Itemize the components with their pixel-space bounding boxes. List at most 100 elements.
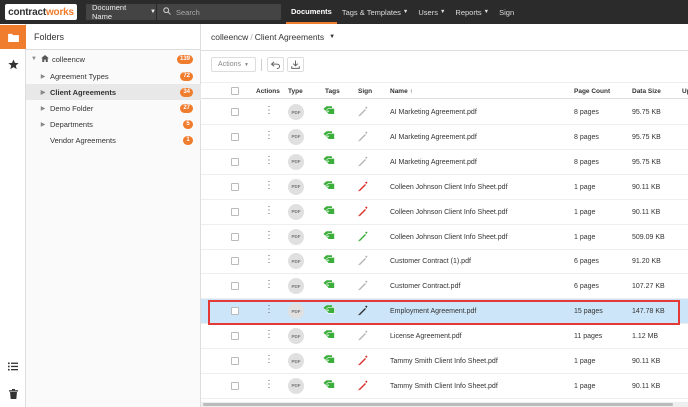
star-icon[interactable] <box>0 52 26 76</box>
kebab-menu-icon[interactable]: ⋮ <box>264 355 274 365</box>
tag-icon[interactable] <box>323 106 335 118</box>
table-row[interactable]: ⋮ PDF AI Marketing Agreement.pdf 8 pages 95.… <box>201 125 688 150</box>
chevron-down-icon[interactable]: ▼ <box>329 34 335 40</box>
row-checkbox[interactable] <box>231 108 239 116</box>
document-name-link[interactable]: AI Marketing Agreement.pdf <box>390 134 477 141</box>
kebab-menu-icon[interactable]: ⋮ <box>264 205 274 216</box>
nav-users[interactable]: Users ▼ <box>413 0 450 24</box>
pen-sign-icon[interactable] <box>357 305 368 318</box>
document-name-link[interactable]: Customer Contract (1).pdf <box>390 258 471 265</box>
pen-sign-icon[interactable] <box>357 255 368 268</box>
list-icon[interactable] <box>0 354 26 378</box>
pen-sign-icon[interactable] <box>357 231 368 244</box>
tag-icon[interactable] <box>323 180 335 193</box>
search-box[interactable] <box>157 4 281 20</box>
kebab-menu-icon[interactable]: ⋮ <box>264 255 274 265</box>
search-input[interactable] <box>176 7 276 17</box>
table-row[interactable]: ⋮ PDF License Agreement.pdf 11 pages 1.12 MB <box>201 324 688 350</box>
tag-icon[interactable] <box>323 230 335 243</box>
column-header-type[interactable]: Type <box>288 88 303 95</box>
document-name-link[interactable]: Tammy Smith Client Info Sheet.pdf <box>390 358 498 365</box>
row-checkbox[interactable] <box>231 357 239 365</box>
caret-right-icon[interactable]: ▶ <box>39 105 47 112</box>
column-header-more[interactable]: Up <box>682 88 688 95</box>
column-header-page-count[interactable]: Page Count <box>574 88 610 95</box>
column-header-data-size[interactable]: Data Size <box>632 88 661 95</box>
table-row[interactable]: ⋮ PDF Tammy Smith Client Info Sheet.pdf 1 p… <box>201 374 688 399</box>
folder-client-agreements[interactable]: ▶ Client Agreements 34 <box>26 84 201 100</box>
kebab-menu-icon[interactable]: ⋮ <box>264 280 274 290</box>
row-checkbox[interactable] <box>231 182 239 191</box>
actions-dropdown[interactable]: Actions ▼ <box>211 57 256 72</box>
tag-icon[interactable] <box>323 255 335 267</box>
caret-right-icon[interactable]: ▶ <box>39 121 47 128</box>
row-checkbox[interactable] <box>231 157 239 166</box>
table-row[interactable]: ⋮ PDF Customer Contract (1).pdf 6 pages 91.2… <box>201 249 688 275</box>
kebab-menu-icon[interactable]: ⋮ <box>264 106 274 116</box>
folder-colleencw[interactable]: ▼ colleencw 139 <box>26 51 201 67</box>
pen-sign-icon[interactable] <box>357 156 368 169</box>
tag-icon[interactable] <box>323 355 335 367</box>
folder-agreement-types[interactable]: ▶ Agreement Types 72 <box>26 68 201 84</box>
tag-icon[interactable] <box>323 156 335 168</box>
folder-departments[interactable]: ▶ Departments 5 <box>26 116 201 132</box>
kebab-menu-icon[interactable]: ⋮ <box>264 230 274 241</box>
document-name-link[interactable]: Colleen Johnson Client Info Sheet.pdf <box>390 209 508 216</box>
table-row[interactable]: ⋮ PDF Colleen Johnson Client Info Sheet.pd… <box>201 225 688 250</box>
breadcrumb-root[interactable]: colleencw <box>211 32 248 42</box>
tag-icon[interactable] <box>323 205 335 218</box>
scrollbar-thumb[interactable] <box>203 403 673 406</box>
pen-sign-icon[interactable] <box>357 106 368 119</box>
document-name-link[interactable]: Colleen Johnson Client Info Sheet.pdf <box>390 184 508 191</box>
row-checkbox[interactable] <box>231 207 239 216</box>
tag-icon[interactable] <box>323 131 335 143</box>
caret-down-icon[interactable]: ▼ <box>30 56 38 62</box>
trash-icon[interactable] <box>0 382 26 406</box>
tag-icon[interactable] <box>323 330 335 342</box>
document-name-link[interactable]: AI Marketing Agreement.pdf <box>390 109 477 116</box>
kebab-menu-icon[interactable]: ⋮ <box>264 155 274 166</box>
horizontal-scrollbar[interactable] <box>201 402 688 407</box>
row-checkbox[interactable] <box>231 257 239 266</box>
tag-icon[interactable] <box>323 305 335 317</box>
row-checkbox[interactable] <box>231 332 239 341</box>
pen-sign-icon[interactable] <box>357 380 368 393</box>
document-name-link[interactable]: License Agreement.pdf <box>390 333 462 340</box>
table-row[interactable]: ⋮ PDF Tammy Smith Client Info Sheet.pdf 1 p… <box>201 349 688 374</box>
pen-sign-icon[interactable] <box>357 181 368 194</box>
kebab-menu-icon[interactable]: ⋮ <box>264 305 274 315</box>
folder-vendor-agreements[interactable]: Vendor Agreements 1 <box>26 132 201 148</box>
caret-right-icon[interactable]: ▶ <box>39 73 47 80</box>
pen-sign-icon[interactable] <box>357 206 368 219</box>
kebab-menu-icon[interactable]: ⋮ <box>264 379 274 390</box>
row-checkbox[interactable] <box>231 307 239 316</box>
table-row[interactable]: ⋮ PDF Customer Contract.pdf 6 pages 107.27 K… <box>201 274 688 300</box>
table-row[interactable]: ⋮ PDF Colleen Johnson Client Info Sheet.pd… <box>201 200 688 225</box>
row-checkbox[interactable] <box>231 232 239 241</box>
folder-demo-folder[interactable]: ▶ Demo Folder 27 <box>26 100 201 116</box>
column-header-sign[interactable]: Sign <box>358 88 372 95</box>
row-checkbox[interactable] <box>231 282 239 291</box>
document-name-link[interactable]: Tammy Smith Client Info Sheet.pdf <box>390 383 498 390</box>
table-row[interactable]: ⋮ PDF Employment Agreement.pdf 15 pages 147.… <box>201 299 688 325</box>
table-row[interactable]: ⋮ PDF Colleen Johnson Client Info Sheet.pd… <box>201 175 688 200</box>
column-header-name[interactable]: Name ↑ <box>390 88 413 95</box>
row-checkbox[interactable] <box>231 132 239 141</box>
select-all-checkbox[interactable] <box>231 87 239 95</box>
pen-sign-icon[interactable] <box>357 280 368 293</box>
document-name-link[interactable]: Colleen Johnson Client Info Sheet.pdf <box>390 234 508 241</box>
pen-sign-icon[interactable] <box>357 330 368 343</box>
contractworks-logo[interactable]: contract works <box>5 4 77 20</box>
table-row[interactable]: ⋮ PDF AI Marketing Agreement.pdf 8 pages 95.… <box>201 100 688 125</box>
nav-sign[interactable]: Sign <box>494 0 519 24</box>
kebab-menu-icon[interactable]: ⋮ <box>264 330 274 340</box>
tag-icon[interactable] <box>323 380 335 392</box>
table-row[interactable]: ⋮ PDF AI Marketing Agreement.pdf 8 pages 95.… <box>201 150 688 175</box>
nav-reports[interactable]: Reports ▼ <box>450 0 494 24</box>
column-header-tags[interactable]: Tags <box>325 88 340 95</box>
kebab-menu-icon[interactable]: ⋮ <box>264 130 274 141</box>
nav-tags-templates[interactable]: Tags & Templates ▼ <box>337 0 414 24</box>
tag-icon[interactable] <box>323 280 335 292</box>
document-name-link[interactable]: Employment Agreement.pdf <box>390 308 476 315</box>
document-name-link[interactable]: Customer Contract.pdf <box>390 283 460 290</box>
